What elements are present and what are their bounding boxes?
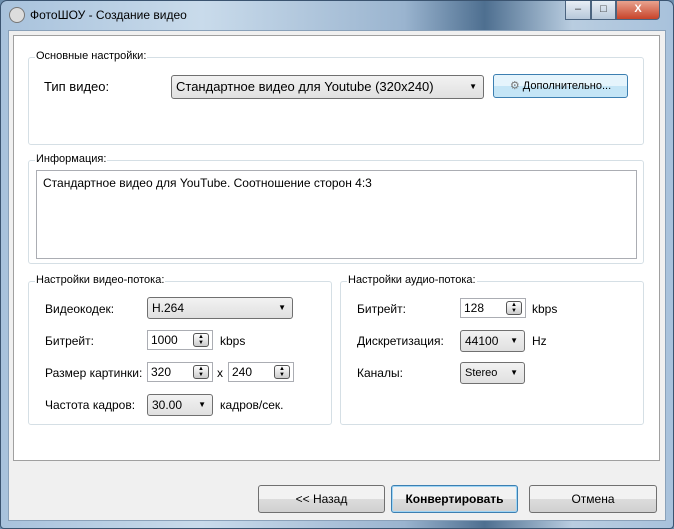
info-label: Информация: (35, 153, 108, 165)
chevron-down-icon: ▼ (510, 336, 518, 345)
channels-label: Каналы: (357, 366, 403, 380)
window-title: ФотоШОУ - Создание видео (30, 8, 187, 22)
maximize-button[interactable]: □ (591, 1, 616, 20)
channels-select[interactable]: Stereo ▼ (460, 362, 525, 384)
video-type-value: Стандартное видео для Youtube (320x240) (176, 79, 434, 94)
width-spinner[interactable]: 320 ▲ ▼ (147, 362, 213, 382)
height-spinner[interactable]: 240 ▲ ▼ (228, 362, 294, 382)
fps-select[interactable]: 30.00 ▼ (147, 394, 213, 416)
spin-arrows-icon[interactable]: ▲ ▼ (193, 365, 209, 379)
audio-bitrate-value: 128 (464, 301, 485, 315)
video-settings-label: Настройки видео-потока: (35, 274, 166, 286)
close-button[interactable]: X (616, 1, 660, 20)
codec-select[interactable]: H.264 ▼ (147, 297, 293, 319)
video-bitrate-label: Битрейт: (45, 334, 94, 348)
audio-bitrate-label: Битрейт: (357, 302, 406, 316)
sampling-value: 44100 (465, 334, 499, 348)
cancel-button[interactable]: Отмена (529, 485, 657, 513)
back-button[interactable]: << Назад (258, 485, 385, 513)
chevron-down-icon: ▼ (469, 82, 477, 91)
fps-unit: кадров/сек. (220, 398, 284, 412)
width-value: 320 (151, 365, 172, 379)
spin-arrows-icon[interactable]: ▲ ▼ (193, 333, 209, 347)
gear-icon: ⚙ (509, 80, 520, 92)
audio-bitrate-spinner[interactable]: 128 ▲ ▼ (460, 298, 526, 318)
sampling-label: Дискретизация: (357, 334, 444, 348)
codec-value: H.264 (152, 301, 185, 315)
codec-label: Видеокодек: (45, 302, 115, 316)
chevron-down-icon: ▼ (278, 303, 286, 312)
chevron-down-icon: ▼ (510, 368, 518, 377)
audio-bitrate-unit: kbps (532, 302, 558, 316)
minimize-button[interactable]: ‒ (565, 1, 591, 20)
video-type-label: Тип видео: (44, 79, 110, 94)
app-icon (9, 7, 25, 23)
fps-value: 30.00 (152, 398, 183, 412)
spin-arrows-icon[interactable]: ▲ ▼ (274, 365, 290, 379)
advanced-button-label: Дополнительно... (522, 80, 612, 92)
video-bitrate-value: 1000 (151, 333, 178, 347)
video-bitrate-spinner[interactable]: 1000 ▲ ▼ (147, 330, 213, 350)
advanced-button[interactable]: ⚙ Дополнительно... (493, 74, 628, 98)
video-type-select[interactable]: Стандартное видео для Youtube (320x240) ▼ (171, 75, 484, 99)
sampling-unit: Hz (532, 334, 547, 348)
spin-arrows-icon[interactable]: ▲ ▼ (506, 301, 522, 315)
info-textarea[interactable]: Стандартное видео для YouTube. Соотношен… (36, 170, 637, 259)
chevron-down-icon: ▼ (198, 400, 206, 409)
channels-value: Stereo (465, 367, 498, 379)
basic-settings-group: Основные настройки: (28, 50, 644, 145)
height-value: 240 (232, 365, 253, 379)
size-label: Размер картинки: (45, 366, 143, 380)
sampling-select[interactable]: 44100 ▼ (460, 330, 525, 352)
fps-label: Частота кадров: (45, 398, 136, 412)
audio-settings-label: Настройки аудио-потока: (347, 274, 477, 286)
convert-button[interactable]: Конвертировать (391, 485, 518, 513)
video-bitrate-unit: kbps (220, 334, 246, 348)
basic-settings-label: Основные настройки: (35, 50, 148, 62)
size-separator: x (217, 366, 223, 380)
